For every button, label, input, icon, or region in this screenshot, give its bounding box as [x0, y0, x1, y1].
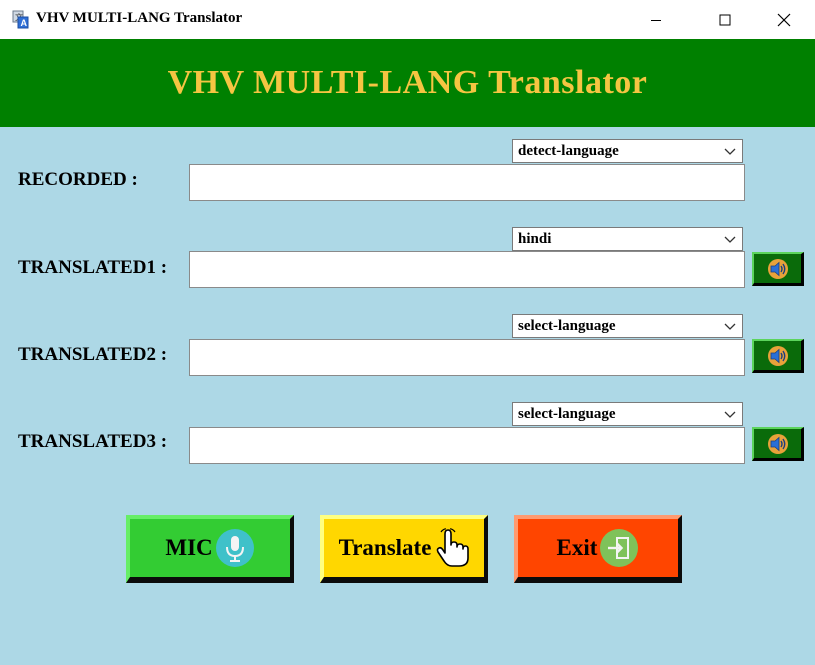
- microphone-icon: [215, 529, 254, 567]
- translated1-text-field[interactable]: [189, 251, 745, 288]
- chevron-down-icon: [724, 148, 736, 155]
- window-title: VHV MULTI-LANG Translator: [36, 10, 243, 26]
- exit-button[interactable]: Exit: [514, 515, 682, 583]
- translated2-label: TRANSLATED2 :: [18, 344, 168, 365]
- mic-button[interactable]: MIC: [126, 515, 294, 583]
- recorded-language-select[interactable]: detect-language: [512, 139, 743, 163]
- recorded-language-value: detect-language: [518, 143, 619, 159]
- translated3-language-value: select-language: [518, 406, 616, 422]
- exit-door-icon: [600, 529, 639, 567]
- translated2-language-value: select-language: [518, 318, 616, 334]
- chevron-down-icon: [724, 323, 736, 330]
- chevron-down-icon: [724, 411, 736, 418]
- close-icon: [777, 13, 791, 26]
- translated3-text-field[interactable]: [189, 427, 745, 464]
- app-title: VHV MULTI-LANG Translator: [167, 64, 648, 101]
- close-button[interactable]: [761, 0, 807, 39]
- recorded-text-field[interactable]: [189, 164, 745, 201]
- translated2-text-field[interactable]: [189, 339, 745, 376]
- speaker-icon: [767, 433, 788, 454]
- translate-button[interactable]: Translate: [320, 515, 488, 583]
- translated3-speak-button[interactable]: [752, 427, 804, 461]
- speaker-icon: [767, 258, 788, 279]
- maximize-icon: [719, 14, 731, 25]
- translated1-language-select[interactable]: hindi: [512, 227, 743, 251]
- translated1-language-value: hindi: [518, 231, 552, 247]
- app-header: VHV MULTI-LANG Translator: [0, 39, 815, 127]
- translate-button-label: Translate: [338, 535, 432, 560]
- translated2-language-select[interactable]: select-language: [512, 314, 743, 338]
- window-titlebar: 文 A VHV MULTI-LANG Translator: [0, 0, 815, 39]
- minimize-icon: [651, 19, 661, 21]
- speaker-icon: [767, 345, 788, 366]
- translator-app-icon: 文 A: [12, 10, 29, 29]
- exit-button-label: Exit: [556, 535, 598, 560]
- translated3-label: TRANSLATED3 :: [18, 431, 168, 452]
- hand-pointer-icon: [437, 528, 470, 567]
- translated3-language-select[interactable]: select-language: [512, 402, 743, 426]
- translated2-speak-button[interactable]: [752, 339, 804, 373]
- minimize-button[interactable]: [633, 0, 679, 39]
- mic-button-label: MIC: [165, 535, 213, 560]
- svg-text:A: A: [21, 18, 28, 28]
- chevron-down-icon: [724, 236, 736, 243]
- translated1-label: TRANSLATED1 :: [18, 257, 168, 278]
- maximize-button[interactable]: [702, 0, 748, 39]
- translated1-speak-button[interactable]: [752, 252, 804, 286]
- recorded-label: RECORDED :: [18, 169, 138, 190]
